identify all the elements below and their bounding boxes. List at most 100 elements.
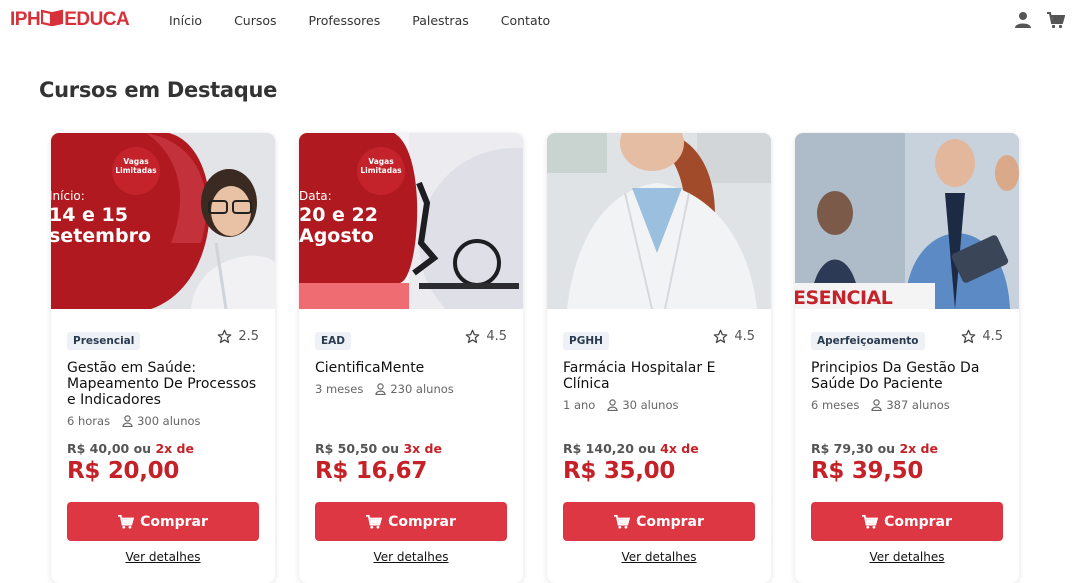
course-title[interactable]: CientificaMente: [315, 360, 507, 376]
details-link[interactable]: Ver detalhes: [51, 550, 275, 564]
price-full: R$ 50,50: [315, 441, 378, 456]
rating-value: 2.5: [238, 329, 259, 344]
modality-badge: Aperfeiçoamento: [811, 332, 925, 350]
or-label: ou: [877, 441, 896, 456]
duration: 1 ano: [563, 398, 596, 412]
top-navbar: IPH EDUCA Início Cursos Professores Pale…: [0, 0, 1073, 42]
user-icon[interactable]: [1015, 11, 1033, 29]
price-area: R$ 79,30 ou 2x de R$ 39,50: [811, 441, 1003, 484]
course-title[interactable]: Gestão em Saúde: Mapeamento De Processos…: [67, 360, 259, 408]
course-image[interactable]: ESENCIAL: [795, 133, 1019, 309]
course-card: Vagas Limitadas Data: 20 e 22 Agosto EAD…: [299, 133, 523, 583]
star-icon: [465, 329, 480, 344]
price-line: R$ 50,50 ou 3x de: [315, 441, 507, 456]
star-icon: [961, 329, 976, 344]
date-days: 20 e 22: [299, 204, 378, 226]
price-full: R$ 79,30: [811, 441, 874, 456]
installment-price: R$ 16,67: [315, 458, 428, 484]
student-icon: [122, 415, 133, 427]
section-title: Cursos em Destaque: [39, 78, 278, 102]
price-area: R$ 140,20 ou 4x de R$ 35,00: [563, 441, 755, 484]
installments: 3x de: [403, 441, 442, 456]
buy-label: Comprar: [636, 513, 704, 530]
buy-button[interactable]: Comprar: [67, 502, 259, 541]
installment-price: R$ 20,00: [67, 458, 180, 484]
installments: 2x de: [155, 441, 194, 456]
installment-price: R$ 35,00: [563, 458, 676, 484]
price-line: R$ 40,00 ou 2x de: [67, 441, 259, 456]
price-full: R$ 40,00: [67, 441, 130, 456]
cart-icon: [862, 514, 879, 529]
buy-label: Comprar: [140, 513, 208, 530]
price-line: R$ 79,30 ou 2x de: [811, 441, 1003, 456]
installments: 4x de: [660, 441, 699, 456]
students-count: 30 alunos: [622, 398, 679, 412]
buy-button[interactable]: Comprar: [811, 502, 1003, 541]
buy-button[interactable]: Comprar: [563, 502, 755, 541]
details-link[interactable]: Ver detalhes: [299, 550, 523, 564]
site-logo[interactable]: IPH EDUCA: [10, 8, 130, 32]
course-card: ESENCIAL Aperfeiçoamento 4.5 Principios …: [795, 133, 1019, 583]
rating: 4.5: [713, 329, 755, 344]
modality-badge: PGHH: [563, 332, 609, 350]
card-body: Aperfeiçoamento 4.5 Principios Da Gestão…: [811, 329, 1003, 412]
rating: 4.5: [961, 329, 1003, 344]
date-label: Início:: [51, 189, 85, 203]
limited-spots-label: Vagas Limitadas: [360, 157, 402, 175]
banner-text: ESENCIAL: [795, 287, 893, 309]
date-month: Agosto: [299, 225, 374, 247]
nav-inicio[interactable]: Início: [169, 13, 202, 28]
course-title[interactable]: Farmácia Hospitalar E Clínica: [563, 360, 755, 392]
modality-badge: EAD: [315, 332, 352, 350]
or-label: ou: [381, 441, 400, 456]
course-image[interactable]: Vagas Limitadas Início: 14 e 15 setembro: [51, 133, 275, 309]
logo-text-right: EDUCA: [64, 9, 130, 30]
duration: 6 horas: [67, 414, 111, 428]
course-meta: 6 meses 387 alunos: [811, 398, 1003, 412]
students-count: 387 alunos: [886, 398, 950, 412]
buy-label: Comprar: [388, 513, 456, 530]
installments: 2x de: [899, 441, 938, 456]
or-label: ou: [133, 441, 152, 456]
cart-icon[interactable]: [1047, 11, 1066, 29]
or-label: ou: [638, 441, 656, 456]
cart-icon: [118, 514, 135, 529]
date-month: setembro: [51, 225, 151, 247]
date-label: Data:: [299, 189, 332, 203]
nav-icons: [1015, 11, 1066, 29]
logo-text-left: IPH: [10, 9, 41, 30]
main-nav: Início Cursos Professores Palestras Cont…: [169, 13, 582, 28]
installment-price: R$ 39,50: [811, 458, 924, 484]
duration: 6 meses: [811, 398, 860, 412]
price-line: R$ 140,20 ou 4x de: [563, 441, 755, 456]
buy-button[interactable]: Comprar: [315, 502, 507, 541]
course-meta: 6 horas 300 alunos: [67, 414, 259, 428]
cart-icon: [366, 514, 383, 529]
details-link[interactable]: Ver detalhes: [795, 550, 1019, 564]
course-image[interactable]: Vagas Limitadas Data: 20 e 22 Agosto: [299, 133, 523, 309]
star-icon: [217, 329, 232, 344]
cart-icon: [614, 514, 631, 529]
nav-professores[interactable]: Professores: [309, 13, 381, 28]
nav-palestras[interactable]: Palestras: [412, 13, 469, 28]
course-meta: 3 meses 230 alunos: [315, 382, 507, 396]
student-icon: [871, 399, 882, 411]
rating: 2.5: [217, 329, 259, 344]
nav-cursos[interactable]: Cursos: [234, 13, 276, 28]
rating: 4.5: [465, 329, 507, 344]
course-title[interactable]: Principios Da Gestão Da Saúde Do Pacient…: [811, 360, 1003, 392]
date-days: 14 e 15: [51, 204, 128, 226]
card-body: PGHH 4.5 Farmácia Hospitalar E Clínica 1…: [563, 329, 755, 412]
buy-label: Comprar: [884, 513, 952, 530]
price-area: R$ 40,00 ou 2x de R$ 20,00: [67, 441, 259, 484]
student-icon: [375, 383, 386, 395]
course-image[interactable]: [547, 133, 771, 309]
rating-value: 4.5: [486, 329, 507, 344]
duration: 3 meses: [315, 382, 364, 396]
student-icon: [607, 399, 618, 411]
nav-contato[interactable]: Contato: [501, 13, 550, 28]
course-card: PGHH 4.5 Farmácia Hospitalar E Clínica 1…: [547, 133, 771, 583]
card-body: Presencial 2.5 Gestão em Saúde: Mapeamen…: [67, 329, 259, 428]
students-count: 230 alunos: [390, 382, 454, 396]
details-link[interactable]: Ver detalhes: [547, 550, 771, 564]
